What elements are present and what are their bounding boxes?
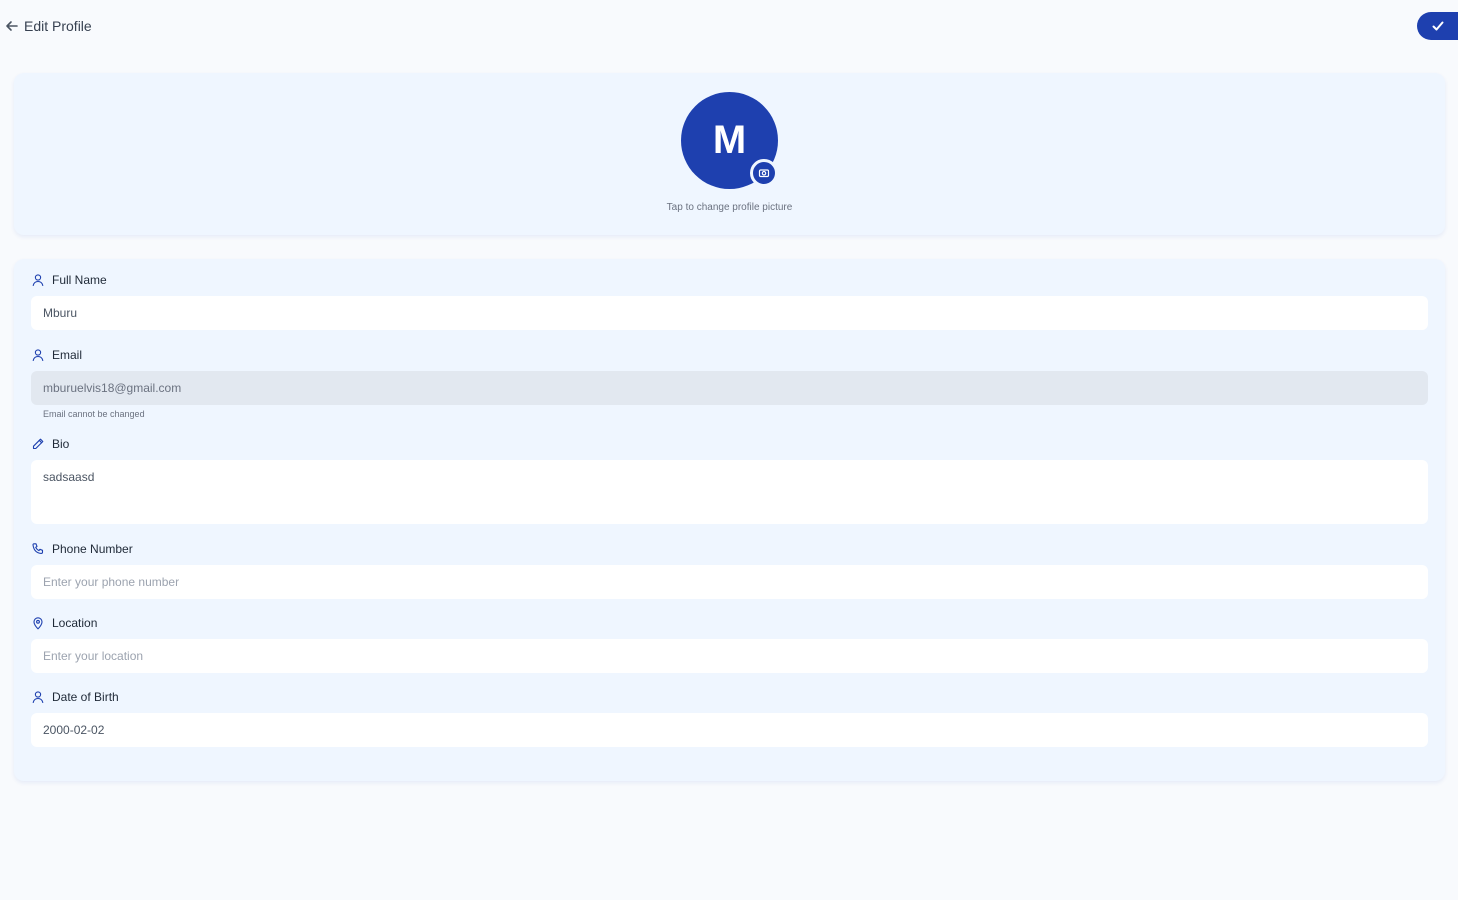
location-label-text: Location	[52, 616, 98, 630]
email-label: Email	[31, 348, 82, 362]
full-name-input[interactable]: Mburu	[31, 296, 1428, 330]
phone-label-text: Phone Number	[52, 542, 133, 556]
email-label-text: Email	[52, 348, 83, 362]
avatar-hint: Tap to change profile picture	[666, 202, 793, 213]
page-title: Edit Profile	[24, 18, 92, 34]
camera-icon	[758, 169, 770, 178]
bio-textarea[interactable]: sadsaasd	[31, 460, 1428, 524]
email-helper-text: Email cannot be changed	[43, 409, 145, 419]
dob-value: 2000-02-02	[43, 723, 105, 737]
map-pin-icon	[33, 617, 43, 630]
profile-form: Full Name Mburu Email mburuelvis18@gmail…	[14, 259, 1445, 781]
bio-value: sadsaasd	[43, 470, 95, 484]
email-field: mburuelvis18@gmail.com	[31, 371, 1428, 405]
location-placeholder: Enter your location	[43, 649, 144, 663]
pencil-icon	[32, 438, 44, 450]
dob-label: Date of Birth	[31, 690, 119, 704]
full-name-label-text: Full Name	[52, 273, 107, 287]
user-icon	[32, 349, 44, 362]
back-button[interactable]: Edit Profile	[0, 18, 92, 34]
arrow-left-icon	[6, 21, 18, 31]
app-bar: Edit Profile	[0, 0, 1458, 52]
full-name-label: Full Name	[31, 273, 107, 287]
phone-input[interactable]: Enter your phone number	[31, 565, 1428, 599]
dob-input[interactable]: 2000-02-02	[31, 713, 1428, 747]
save-button[interactable]	[1417, 12, 1458, 40]
phone-label: Phone Number	[31, 542, 133, 556]
user-icon	[32, 691, 44, 704]
user-icon	[32, 274, 44, 287]
bio-label: Bio	[31, 437, 69, 451]
full-name-value: Mburu	[43, 306, 78, 320]
location-input[interactable]: Enter your location	[31, 639, 1428, 673]
dob-label-text: Date of Birth	[52, 690, 119, 704]
location-label: Location	[31, 616, 97, 630]
change-photo-button[interactable]	[750, 159, 778, 187]
phone-placeholder: Enter your phone number	[43, 575, 180, 589]
bio-label-text: Bio	[52, 437, 70, 451]
profile-picture-card: M Tap to change profile picture	[14, 73, 1445, 235]
phone-icon	[32, 543, 44, 554]
avatar-initial: M	[712, 118, 747, 162]
email-value: mburuelvis18@gmail.com	[43, 381, 182, 395]
check-icon	[1432, 21, 1443, 31]
